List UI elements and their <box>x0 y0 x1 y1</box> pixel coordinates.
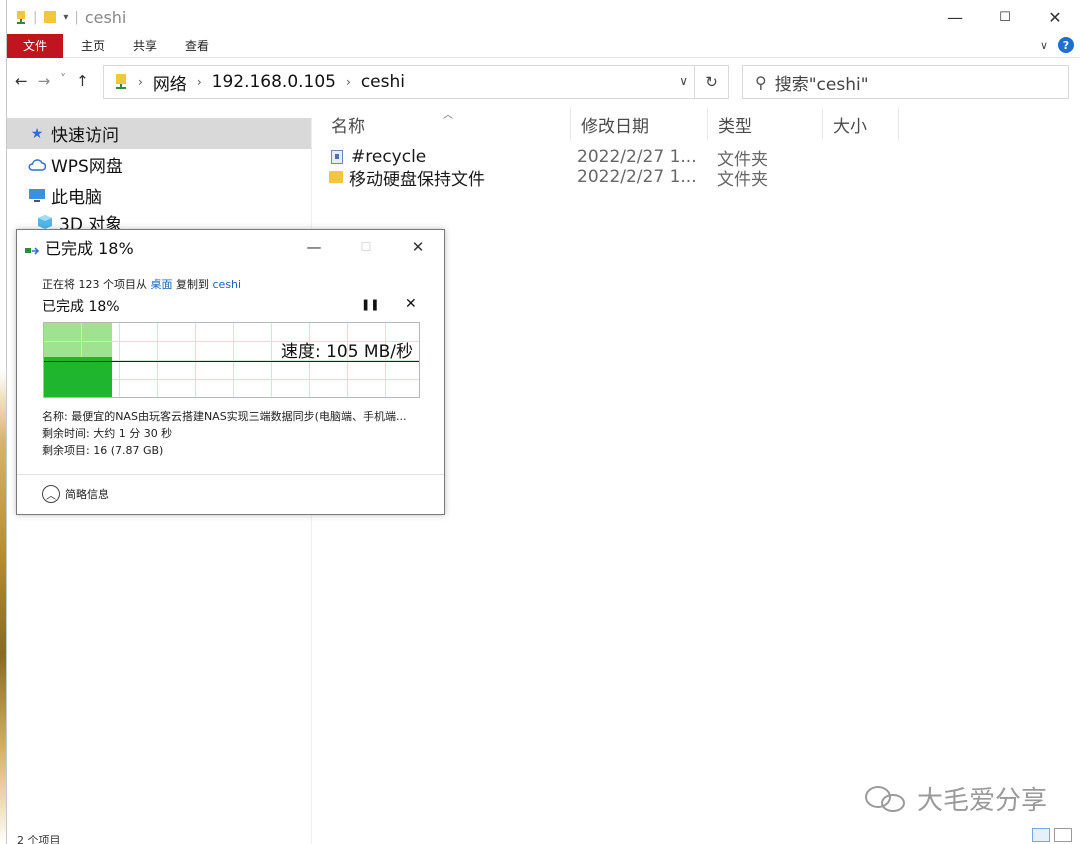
column-header-type[interactable]: 类型 <box>708 108 823 140</box>
dialog-title-bar: 已完成 18% — ☐ ✕ <box>17 230 444 264</box>
computer-icon <box>27 188 47 203</box>
address-bar[interactable]: › 网络 › 192.168.0.105 › ceshi ∨ ↻ <box>103 65 729 99</box>
watermark-text: 大毛爱分享 <box>917 786 1048 816</box>
copy-progress-dialog: 已完成 18% — ☐ ✕ 正在将 123 个项目从 桌面 复制到 ceshi … <box>16 229 445 515</box>
watermark: 大毛爱分享 <box>865 780 1047 817</box>
search-icon: ⚲ <box>755 72 767 92</box>
less-details-toggle[interactable]: ︿ 简略信息 <box>42 485 109 503</box>
dialog-maximize-button: ☐ <box>360 240 372 254</box>
expand-ribbon-icon[interactable]: ∨ <box>1040 39 1048 52</box>
nav-item-label: 此电脑 <box>51 188 102 208</box>
refresh-button[interactable]: ↻ <box>694 66 728 98</box>
nav-item-wps-cloud[interactable]: WPS网盘 <box>7 149 311 180</box>
window-title: ceshi <box>84 7 127 27</box>
tab-file[interactable]: 文件 <box>7 33 64 58</box>
tab-view[interactable]: 查看 <box>171 34 223 58</box>
sort-ascending-icon: ︿ <box>443 110 453 121</box>
current-file-name: 名称: 最便宜的NAS由玩客云搭建NAS实现三端数据同步(电脑端、手机端... <box>42 410 407 423</box>
destination-link[interactable]: ceshi <box>213 278 242 291</box>
large-icons-view-icon[interactable] <box>1054 828 1072 842</box>
file-name: 移动硬盘保持文件 <box>349 169 485 190</box>
copy-description: 正在将 123 个项目从 桌面 复制到 ceshi <box>42 278 242 291</box>
nav-item-quick-access[interactable]: ★ 快速访问 <box>7 118 311 149</box>
pause-button[interactable]: ❚❚ <box>361 298 379 311</box>
nav-item-label: 快速访问 <box>51 126 119 146</box>
transfer-speed-graph: 速度: 105 MB/秒 <box>43 322 420 398</box>
column-header-name[interactable]: ︿ 名称 <box>321 108 571 140</box>
address-row: ← → ˅ ↑ › 网络 › 192.168.0.105 › ceshi ∨ ↻… <box>7 62 1080 102</box>
quick-access-toolbar: | ▾ | <box>15 9 79 25</box>
tab-home[interactable]: 主页 <box>63 34 119 58</box>
file-type: 文件夹 <box>717 169 768 190</box>
speed-label: 速度: 105 MB/秒 <box>280 342 413 362</box>
nav-item-label: WPS网盘 <box>51 157 123 177</box>
customize-toolbar-icon[interactable]: ▾ <box>63 12 68 23</box>
help-icon[interactable]: ? <box>1058 37 1074 53</box>
nav-item-this-pc[interactable]: 此电脑 <box>7 180 311 211</box>
folder-icon[interactable] <box>43 9 57 25</box>
dialog-close-button[interactable]: ✕ <box>392 230 444 264</box>
dialog-divider <box>17 474 444 475</box>
source-link[interactable]: 桌面 <box>151 278 173 291</box>
minimize-button[interactable]: — <box>930 0 980 34</box>
breadcrumb-separator[interactable]: › <box>346 75 351 89</box>
details-view-icon[interactable] <box>1032 828 1050 842</box>
cube-icon <box>35 214 55 230</box>
file-date: 2022/2/27 1... <box>577 147 697 167</box>
copy-icon <box>25 242 40 255</box>
navigation-buttons: ← → ˅ ↑ <box>15 72 89 90</box>
wechat-icon <box>865 784 909 814</box>
items-remaining: 剩余项目: 16 (7.87 GB) <box>42 444 164 457</box>
recent-locations-button[interactable]: ˅ <box>60 72 66 90</box>
progress-label: 已完成 18% <box>42 299 120 315</box>
recycle-folder-icon <box>331 150 343 164</box>
view-toggle <box>1032 828 1072 842</box>
search-box[interactable]: ⚲ 搜索"ceshi" <box>742 65 1069 99</box>
close-button[interactable]: ✕ <box>1030 0 1080 34</box>
dialog-title: 已完成 18% <box>45 239 134 258</box>
file-row[interactable]: 移动硬盘保持文件 2022/2/27 1... 文件夹 <box>329 167 837 190</box>
status-item-count: 2 个项目 <box>17 834 61 844</box>
column-header-size[interactable]: 大小 <box>823 108 899 140</box>
folder-icon <box>329 171 343 183</box>
dialog-minimize-button[interactable]: — <box>288 230 340 264</box>
breadcrumb-separator[interactable]: › <box>197 75 202 89</box>
window-controls: — ☐ ✕ <box>930 0 1080 34</box>
address-dropdown-icon[interactable]: ∨ <box>679 74 688 88</box>
star-icon: ★ <box>30 125 44 142</box>
cloud-icon <box>27 158 47 171</box>
up-button[interactable]: ↑ <box>76 72 89 90</box>
column-header-date[interactable]: 修改日期 <box>571 108 708 140</box>
breadcrumb-host[interactable]: 192.168.0.105 <box>212 72 336 92</box>
breadcrumb-network[interactable]: 网络 <box>153 70 187 95</box>
breadcrumb-folder[interactable]: ceshi <box>361 72 405 92</box>
time-remaining: 剩余时间: 大约 1 分 30 秒 <box>42 427 173 440</box>
chevron-up-icon: ︿ <box>42 485 60 503</box>
transfer-details: 名称: 最便宜的NAS由玩客云搭建NAS实现三端数据同步(电脑端、手机端... … <box>42 408 406 459</box>
cancel-copy-button[interactable]: ✕ <box>405 296 417 312</box>
forward-button[interactable]: → <box>38 72 51 90</box>
maximize-button[interactable]: ☐ <box>980 0 1030 34</box>
back-button[interactable]: ← <box>15 72 28 90</box>
search-placeholder[interactable]: 搜索"ceshi" <box>775 70 869 95</box>
file-date: 2022/2/27 1... <box>577 167 697 187</box>
ribbon-tabs: 文件 主页 共享 查看 ∨ ? <box>7 33 1080 58</box>
title-bar: | ▾ | ceshi — ☐ ✕ <box>7 0 1080 34</box>
speed-history-fill <box>44 357 112 397</box>
column-headers: ︿ 名称 修改日期 类型 大小 <box>321 108 899 140</box>
folder-network-icon <box>17 11 25 24</box>
breadcrumb-separator[interactable]: › <box>138 75 143 89</box>
tab-share[interactable]: 共享 <box>119 34 171 58</box>
network-folder-icon <box>116 74 126 89</box>
